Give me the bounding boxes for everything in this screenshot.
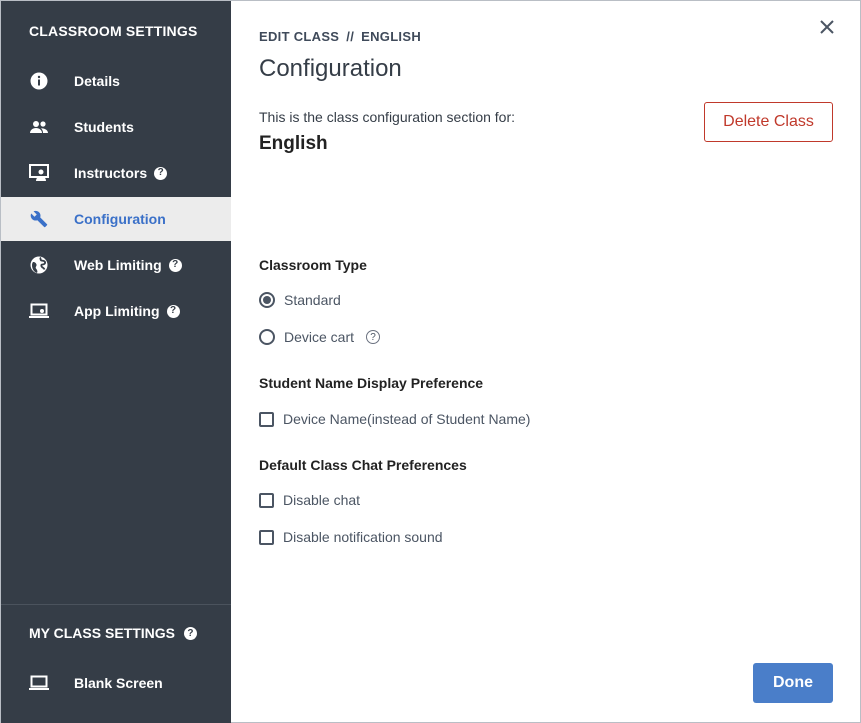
classroom-settings-dialog: CLASSROOM SETTINGS Details Students Inst… [0, 0, 861, 723]
sidebar-item-label: Instructors? [74, 165, 168, 181]
info-icon [29, 71, 49, 91]
help-icon[interactable]: ? [183, 626, 197, 640]
laptop-gear-icon [29, 301, 49, 321]
sidebar-item-label: Configuration [74, 211, 166, 227]
breadcrumb-separator: // [346, 29, 355, 44]
radio-device-cart[interactable]: Device cart ? [259, 329, 381, 345]
sidebar-item-instructors[interactable]: Instructors? [1, 151, 231, 195]
my-class-settings-heading: MY CLASS SETTINGS ? [29, 625, 197, 641]
checkbox-label: Device Name(instead of Student Name) [283, 411, 531, 427]
radio-label: Standard [284, 292, 341, 308]
sidebar-divider [1, 604, 231, 605]
sidebar-item-app-limiting[interactable]: App Limiting? [1, 289, 231, 333]
sidebar-item-label: Details [74, 73, 120, 89]
people-icon [29, 117, 49, 137]
laptop-icon [29, 673, 49, 693]
radio-standard[interactable]: Standard [259, 292, 341, 308]
main-panel: EDIT CLASS // ENGLISH Configuration This i… [231, 1, 861, 723]
page-title: Configuration [259, 55, 402, 82]
radio-label: Device cart [284, 329, 355, 345]
checkbox-disable-notification-sound[interactable]: Disable notification sound [259, 529, 443, 545]
radio-button[interactable] [259, 329, 275, 345]
sidebar-item-label: App Limiting? [74, 303, 180, 319]
checkbox-label: Disable chat [283, 492, 361, 508]
checkbox[interactable] [259, 529, 274, 545]
class-name: English [259, 133, 328, 154]
sidebar-item-label: Blank Screen [74, 675, 163, 691]
help-icon[interactable]: ? [166, 304, 180, 318]
intro-text: This is the class configuration section … [259, 109, 516, 125]
sidebar-item-blank-screen[interactable]: Blank Screen [1, 661, 231, 705]
radio-button-selected[interactable] [259, 292, 275, 308]
delete-class-button[interactable]: Delete Class [704, 102, 833, 142]
sidebar-item-label: Web Limiting? [74, 257, 182, 273]
wrench-icon [29, 209, 49, 229]
checkbox[interactable] [259, 492, 274, 508]
sidebar-item-students[interactable]: Students [1, 105, 231, 149]
close-icon[interactable] [819, 19, 839, 39]
checkbox[interactable] [259, 411, 274, 427]
sidebar-item-configuration[interactable]: Configuration [1, 197, 231, 241]
checkbox-disable-chat[interactable]: Disable chat [259, 492, 360, 508]
sidebar-title: CLASSROOM SETTINGS [29, 23, 198, 39]
breadcrumb-class: ENGLISH [361, 29, 422, 44]
checkbox-device-name[interactable]: Device Name(instead of Student Name) [259, 411, 530, 427]
done-button[interactable]: Done [753, 663, 833, 703]
sidebar-item-label: Students [74, 119, 134, 135]
presenter-icon [29, 163, 49, 183]
name-display-heading: Student Name Display Preference [259, 375, 484, 391]
help-icon[interactable]: ? [154, 166, 168, 180]
breadcrumb-edit-class: EDIT CLASS [259, 29, 340, 44]
checkbox-label: Disable notification sound [283, 529, 443, 545]
chat-preferences-heading: Default Class Chat Preferences [259, 457, 467, 473]
classroom-type-heading: Classroom Type [259, 257, 367, 273]
help-icon[interactable]: ? [366, 330, 381, 344]
breadcrumb: EDIT CLASS // ENGLISH [259, 29, 421, 44]
sidebar: CLASSROOM SETTINGS Details Students Inst… [1, 1, 231, 723]
sidebar-item-details[interactable]: Details [1, 59, 231, 103]
help-icon[interactable]: ? [168, 258, 182, 272]
globe-icon [29, 255, 49, 275]
sidebar-item-web-limiting[interactable]: Web Limiting? [1, 243, 231, 287]
